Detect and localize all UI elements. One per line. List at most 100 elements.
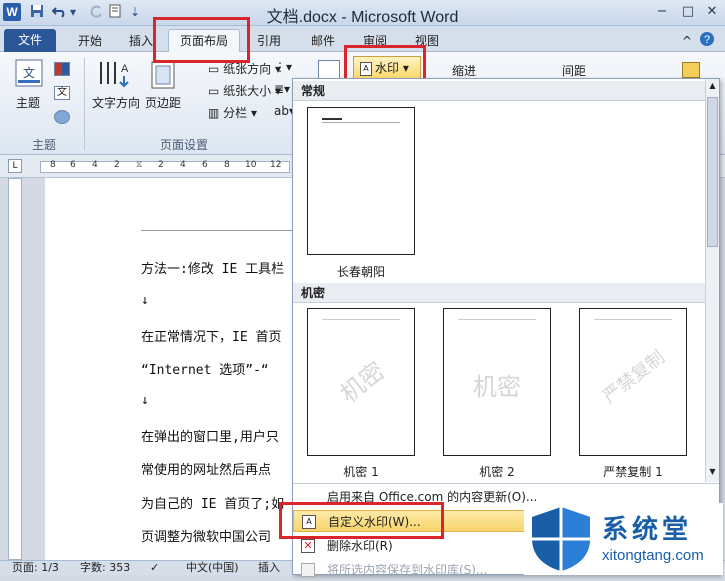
help-icon[interactable]: ^ bbox=[680, 31, 694, 51]
tab-mailings[interactable]: 邮件 bbox=[306, 31, 340, 51]
page-count[interactable]: 页面: 1/3 bbox=[12, 561, 59, 575]
watermark-gallery: 常规 长春朝阳 机密 机密 机密 1 机密 机密 2 严禁复制 严禁复制 1 ▲… bbox=[292, 78, 720, 577]
thumb-header-line bbox=[322, 122, 400, 123]
ruler-tick: 8 bbox=[50, 160, 56, 170]
thumb-header-line bbox=[458, 319, 536, 320]
proofing-icon[interactable]: ✓ bbox=[150, 561, 159, 575]
tab-references[interactable]: 引用 bbox=[252, 31, 286, 51]
ruler-tick: 6 bbox=[70, 160, 76, 170]
arrange-icon[interactable] bbox=[682, 62, 700, 78]
brand-shield-icon bbox=[532, 507, 590, 571]
ribbon-tabs: 文件 开始 插入 页面布局 引用 邮件 审阅 视图 ^ ? bbox=[0, 26, 725, 53]
tab-review[interactable]: 审阅 bbox=[358, 31, 392, 51]
minimize-button[interactable]: − bbox=[650, 2, 674, 22]
remove-watermark-icon: ✕ bbox=[301, 539, 315, 553]
menu-item-label: 自定义水印(W)... bbox=[328, 515, 421, 529]
size-button[interactable]: ▭ 纸张大小 ▾ bbox=[208, 82, 281, 99]
document-page[interactable]: 方法一:修改 IE 工具栏 ↓ 在正常情况下，IE 首页 “Internet 选… bbox=[45, 178, 301, 560]
gallery-scrollbar[interactable]: ▲ ▼ bbox=[705, 79, 719, 482]
document-line: 在正常情况下，IE 首页 bbox=[141, 330, 282, 345]
ruler-tick: 12 bbox=[270, 160, 282, 170]
margins-icon[interactable] bbox=[150, 60, 176, 90]
insert-mode[interactable]: 插入 bbox=[258, 561, 280, 575]
vertical-ruler[interactable] bbox=[8, 178, 22, 560]
ruler-tick: 8 bbox=[224, 160, 230, 170]
svg-text:A: A bbox=[121, 63, 129, 75]
section-header-confidential: 机密 bbox=[293, 283, 705, 303]
brand-url: xitongtang.com bbox=[602, 547, 704, 564]
indent-label: 缩进 bbox=[452, 64, 477, 78]
close-button[interactable]: ✕ bbox=[700, 2, 724, 22]
brand-name: 系统堂 bbox=[602, 515, 693, 545]
svg-text:?: ? bbox=[704, 34, 710, 46]
line-numbers-icon[interactable]: ≣▾ bbox=[274, 82, 290, 96]
word-count[interactable]: 字数: 353 bbox=[80, 561, 130, 575]
window-title: 文档.docx - Microsoft Word bbox=[266, 9, 459, 26]
theme-fonts-icon[interactable]: 文 bbox=[54, 86, 70, 100]
thumb-header-line bbox=[594, 319, 672, 320]
orientation-button[interactable]: ▭ 纸张方向 ▾ bbox=[208, 60, 281, 77]
help-button[interactable]: ? bbox=[698, 31, 716, 51]
language-indicator[interactable]: 中文(中国) bbox=[186, 561, 239, 575]
indent-marker-icon[interactable]: ⧖ bbox=[136, 160, 142, 170]
ruler-tick: 6 bbox=[202, 160, 208, 170]
document-line: 页调整为微软中国公司 bbox=[141, 530, 272, 545]
watermark-thumb-confidential-1[interactable]: 机密 bbox=[307, 308, 415, 456]
menu-item-label: 启用来自 Office.com 的内容更新(O)... bbox=[327, 490, 538, 504]
ruler-tick: 4 bbox=[92, 160, 98, 170]
thumb-caption: 机密 1 bbox=[343, 465, 379, 479]
document-line: ↓ bbox=[141, 293, 149, 308]
tab-file[interactable]: 文件 bbox=[4, 29, 56, 52]
tab-home[interactable]: 开始 bbox=[70, 31, 110, 51]
thumb-caption: 长春朝阳 bbox=[336, 265, 385, 279]
page-setup-group-label: 页面设置 bbox=[160, 138, 209, 152]
document-line: 常使用的网址然后再点 bbox=[141, 463, 272, 478]
header-line bbox=[141, 230, 301, 231]
thumb-header-line bbox=[322, 319, 400, 320]
breaks-icon[interactable]: ⋮▾ bbox=[274, 60, 292, 74]
text-direction-icon[interactable]: A bbox=[96, 58, 130, 90]
themes-group-label: 主题 bbox=[32, 138, 57, 152]
document-line: 在弹出的窗口里,用户只 bbox=[141, 430, 279, 445]
group-separator bbox=[84, 58, 85, 150]
watermark-text: 严禁复制 bbox=[599, 346, 669, 408]
scroll-up-icon[interactable]: ▲ bbox=[707, 81, 718, 93]
ruler-tick: 10 bbox=[245, 160, 257, 170]
thumb-caption: 机密 2 bbox=[479, 465, 515, 479]
watermark-icon: A bbox=[360, 61, 372, 76]
watermark-thumb-general[interactable] bbox=[307, 107, 415, 255]
ruler-tick: 2 bbox=[114, 160, 120, 170]
tab-view[interactable]: 视图 bbox=[410, 31, 444, 51]
tab-page-layout[interactable]: 页面布局 bbox=[168, 29, 240, 53]
scroll-thumb[interactable] bbox=[707, 97, 718, 247]
watermark-thumb-confidential-2[interactable]: 机密 bbox=[443, 308, 551, 456]
watermark-label: 水印 bbox=[375, 61, 400, 75]
columns-button[interactable]: ▥ 分栏 ▾ bbox=[208, 104, 257, 121]
ruler-tick: 2 bbox=[158, 160, 164, 170]
document-line: 为自己的 IE 首页了;如 bbox=[141, 497, 285, 512]
watermark-thumb-do-not-copy[interactable]: 严禁复制 bbox=[579, 308, 687, 456]
title-bar: W ▾ ⇣ 文档.docx - Microsoft Word − □ ✕ bbox=[0, 0, 725, 26]
tab-insert[interactable]: 插入 bbox=[124, 31, 158, 51]
svg-text:文: 文 bbox=[23, 65, 35, 80]
themes-button[interactable]: 文 bbox=[14, 58, 44, 88]
ruler-toggle-icon[interactable]: L bbox=[8, 159, 22, 173]
office-icon bbox=[301, 490, 315, 504]
scroll-down-icon[interactable]: ▼ bbox=[707, 467, 718, 479]
theme-colors-icon[interactable] bbox=[54, 62, 70, 76]
columns-label: 分栏 bbox=[223, 106, 248, 120]
watermark-text: 机密 bbox=[473, 373, 521, 401]
watermark-button[interactable]: A 水印 ▾ bbox=[353, 56, 421, 80]
document-line: ↓ bbox=[141, 393, 149, 408]
document-line: “Internet 选项”-“ bbox=[141, 363, 269, 378]
menu-item-label: 删除水印(R) bbox=[327, 539, 393, 553]
ruler-tick: 4 bbox=[180, 160, 186, 170]
custom-watermark-icon: A bbox=[302, 515, 316, 529]
text-direction-button[interactable]: 文字方向 bbox=[92, 94, 140, 111]
maximize-button[interactable]: □ bbox=[676, 2, 700, 22]
margins-button[interactable]: 页边距 bbox=[145, 94, 181, 111]
watermark-text: 机密 bbox=[335, 356, 391, 409]
brand-logo: 系统堂 xitongtang.com bbox=[524, 503, 723, 575]
theme-effects-icon[interactable] bbox=[54, 110, 70, 124]
section-header-general: 常规 bbox=[293, 81, 705, 101]
